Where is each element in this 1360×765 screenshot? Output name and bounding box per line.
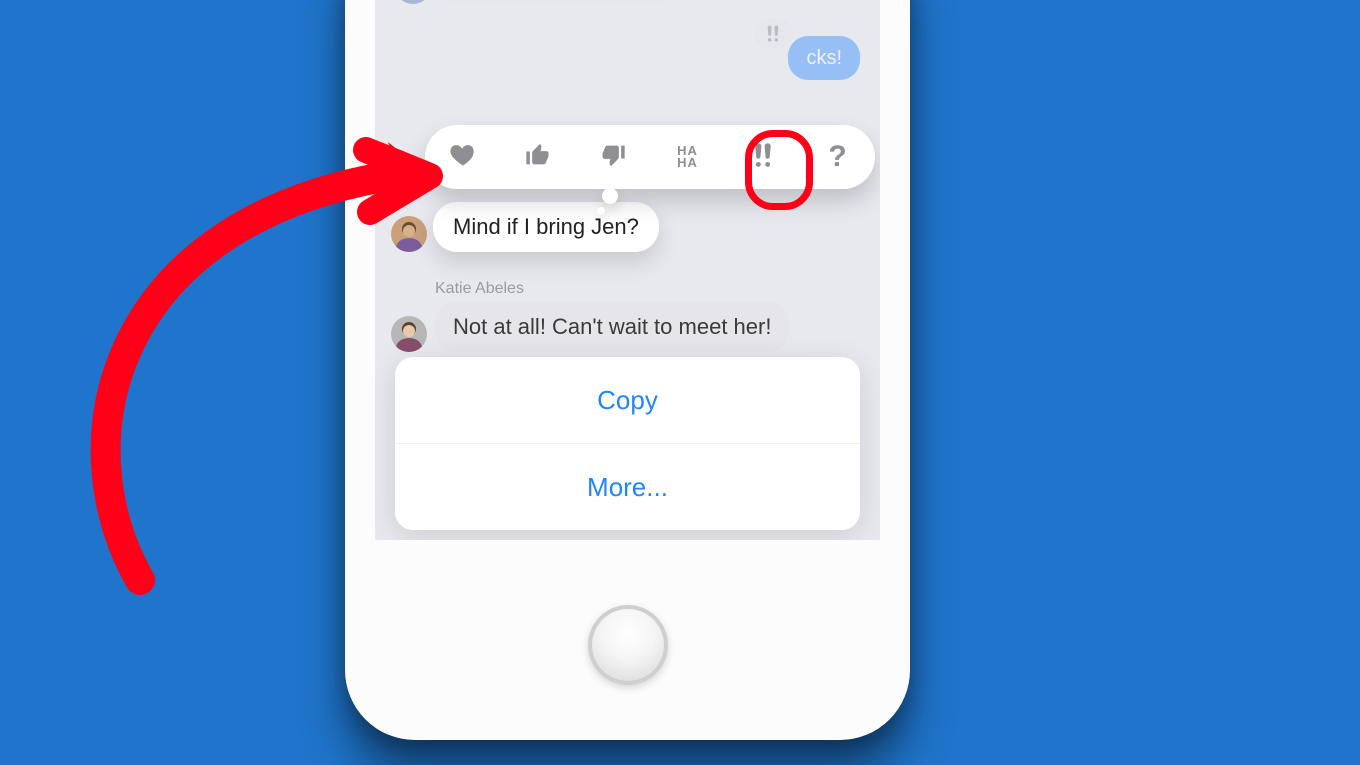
action-more[interactable]: More... bbox=[395, 443, 860, 530]
tapback-reaction-bar: HA HA ? bbox=[425, 125, 875, 189]
heart-icon bbox=[449, 141, 477, 174]
avatar[interactable] bbox=[395, 0, 431, 4]
double-exclamation-icon bbox=[749, 141, 777, 174]
canvas: Paul Cha I'm in! Sounds great. cks! bbox=[0, 0, 1360, 765]
outgoing-message-bubble[interactable]: cks! bbox=[788, 36, 860, 80]
reaction-bar-tail bbox=[602, 188, 618, 204]
reaction-haha[interactable]: HA HA bbox=[667, 136, 709, 178]
avatar[interactable] bbox=[391, 316, 427, 352]
reaction-thumbs-up[interactable] bbox=[517, 136, 559, 178]
reaction-bar-tail-small bbox=[597, 207, 605, 215]
tapback-badge-emphasis bbox=[754, 18, 792, 48]
reaction-heart[interactable] bbox=[442, 136, 484, 178]
reaction-thumbs-down[interactable] bbox=[592, 136, 634, 178]
avatar[interactable] bbox=[391, 216, 427, 252]
reaction-emphasis[interactable] bbox=[742, 136, 784, 178]
sender-label: Katie Abeles bbox=[435, 280, 524, 298]
action-copy[interactable]: Copy bbox=[395, 357, 860, 443]
incoming-message-bubble[interactable]: Not at all! Can't wait to meet her! bbox=[435, 302, 789, 352]
phone-screen: Paul Cha I'm in! Sounds great. cks! bbox=[375, 0, 880, 540]
message-row: I'm in! Sounds great. bbox=[395, 0, 860, 4]
iphone-frame: Paul Cha I'm in! Sounds great. cks! bbox=[345, 0, 910, 740]
message-row: Not at all! Can't wait to meet her! bbox=[391, 302, 789, 352]
thumbs-down-icon bbox=[599, 141, 627, 174]
haha-icon: HA HA bbox=[677, 145, 698, 168]
home-button[interactable] bbox=[588, 605, 668, 685]
question-mark-icon: ? bbox=[828, 140, 846, 174]
action-sheet: Copy More... bbox=[395, 357, 860, 530]
incoming-message-bubble[interactable]: I'm in! Sounds great. bbox=[439, 0, 676, 4]
thumbs-up-icon bbox=[524, 141, 552, 174]
reaction-question[interactable]: ? bbox=[817, 136, 859, 178]
focused-message-bubble[interactable]: Mind if I bring Jen? bbox=[433, 202, 659, 252]
